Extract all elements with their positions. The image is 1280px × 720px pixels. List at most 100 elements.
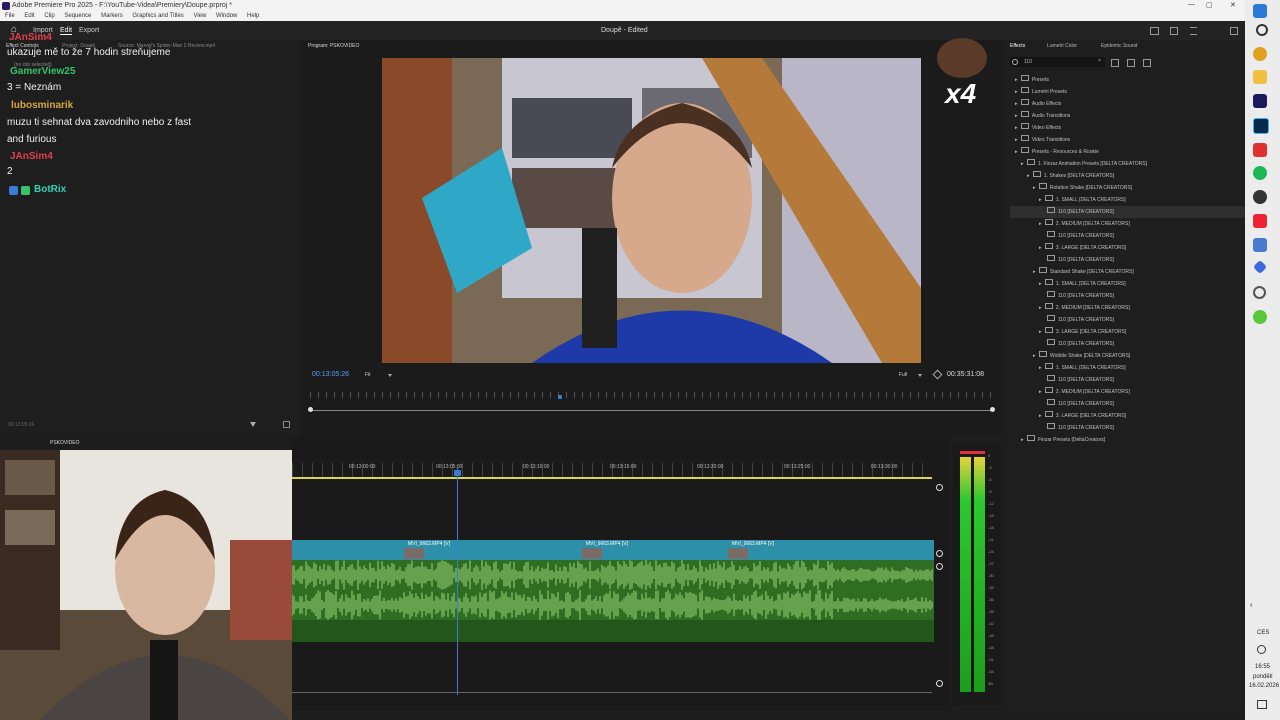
app-window-icon[interactable] xyxy=(1253,238,1267,252)
menu-view[interactable]: View xyxy=(193,13,206,19)
scroll-handle-right[interactable] xyxy=(990,407,995,412)
export-frame-icon[interactable] xyxy=(283,421,290,428)
tab-epidemic[interactable]: Epidemic Sound xyxy=(1101,43,1137,49)
menu-window[interactable]: Window xyxy=(216,13,237,19)
effects-tree-item[interactable]: 110 [DELTA CREATORS] xyxy=(1010,206,1273,218)
effects-tree-item[interactable]: ▸ 1. Finzar Animation Presets [DELTA CRE… xyxy=(1021,158,1147,170)
effects-tree-item[interactable]: ▸ 2. MEDIUM [DELTA CREATORS] xyxy=(1039,302,1130,314)
menu-icon[interactable] xyxy=(1190,27,1197,35)
chevron-icon[interactable]: ▸ xyxy=(1015,113,1019,119)
search-icon[interactable] xyxy=(1256,24,1268,36)
effects-tree-item[interactable]: 110 [DELTA CREATORS] xyxy=(1045,314,1114,326)
tab-lumetri[interactable]: Lumetri Color xyxy=(1047,43,1077,49)
tab-effects[interactable]: Effects xyxy=(1010,43,1025,49)
spotify-icon[interactable] xyxy=(1253,166,1267,180)
effects-tree-item[interactable]: ▸ 1. SMALL [DELTA CREATORS] xyxy=(1039,362,1126,374)
effects-tree-item[interactable]: 110 [DELTA CREATORS] xyxy=(1045,254,1114,266)
effects-tree-item[interactable]: ▸ Wobble Shake [DELTA CREATORS] xyxy=(1033,350,1130,362)
effects-tree-item[interactable]: 110 [DELTA CREATORS] xyxy=(1045,374,1114,386)
search-input[interactable]: 110 xyxy=(1024,59,1032,65)
tab-program[interactable]: Program: PSKOVIDEO xyxy=(308,43,359,49)
tray-chevron-icon[interactable]: ‹ xyxy=(1250,600,1253,609)
program-ruler[interactable] xyxy=(310,392,994,398)
yuv-filter-icon[interactable] xyxy=(1143,59,1151,67)
effects-tree-item[interactable]: ▸ Standard Shake [DELTA CREATORS] xyxy=(1033,266,1134,278)
app-tf-icon[interactable] xyxy=(1253,214,1267,228)
video-clip[interactable]: MVI_9663.MP4 [V] xyxy=(728,540,878,560)
share-icon[interactable] xyxy=(1170,27,1178,35)
track-scroll-handle[interactable] xyxy=(936,484,943,491)
effects-tree-item[interactable]: ▸ 1. SMALL [DELTA CREATORS] xyxy=(1039,278,1126,290)
chevron-icon[interactable]: ▸ xyxy=(1015,125,1019,131)
chevron-icon[interactable]: ▸ xyxy=(1039,221,1043,227)
effects-tree-item[interactable]: ▸ Presets xyxy=(1015,74,1049,86)
menu-file[interactable]: File xyxy=(5,13,15,19)
effects-tree-item[interactable]: 110 [DELTA CREATORS] xyxy=(1045,422,1114,434)
chevron-icon[interactable]: ▸ xyxy=(1039,329,1043,335)
chevron-icon[interactable]: ▸ xyxy=(1039,389,1043,395)
obs-icon[interactable] xyxy=(1253,190,1267,204)
menu-graphics[interactable]: Graphics and Titles xyxy=(132,13,183,19)
effects-tree-item[interactable]: ▸ Finzar Presets [DeltaCreators] xyxy=(1021,434,1105,446)
chevron-icon[interactable]: ▸ xyxy=(1039,281,1043,287)
scroll-handle-left[interactable] xyxy=(308,407,313,412)
effects-tree-item[interactable]: ▸ Video Transitions xyxy=(1015,134,1070,146)
timeline-ruler[interactable]: 00:13:00:00 00:13:05:00 00:13:10:00 00:13:1… xyxy=(292,463,932,477)
zoom-select[interactable]: Fit xyxy=(365,372,371,378)
track-scroll-handle[interactable] xyxy=(936,550,943,557)
quick-export-icon[interactable] xyxy=(1150,27,1159,35)
chevron-icon[interactable]: ▸ xyxy=(1021,161,1025,167)
effects-tree-item[interactable]: 110 [DELTA CREATORS] xyxy=(1045,230,1114,242)
effects-tree-item[interactable]: 110 [DELTA CREATORS] xyxy=(1045,290,1114,302)
chevron-down-icon[interactable] xyxy=(388,374,392,377)
effects-tree-item[interactable]: ▸ Video Effects xyxy=(1015,122,1061,134)
wrench-icon[interactable] xyxy=(932,369,943,380)
chrome-icon[interactable] xyxy=(1253,47,1267,61)
fullscreen-icon[interactable] xyxy=(1230,27,1238,35)
effects-tree-item[interactable]: ▸ 1. Shakes [DELTA CREATORS] xyxy=(1027,170,1114,182)
chevron-icon[interactable]: ▸ xyxy=(1015,89,1019,95)
effects-tree-item[interactable]: ▸ 3. LARGE [DELTA CREATORS] xyxy=(1039,242,1126,254)
track-scroll-handle[interactable] xyxy=(936,563,943,570)
chevron-icon[interactable]: ▸ xyxy=(1015,137,1019,143)
video-clip[interactable]: MVI_9663.MP4 [V] xyxy=(582,540,732,560)
tab-export[interactable]: Export xyxy=(79,27,99,34)
chevron-icon[interactable]: ▸ xyxy=(1015,101,1019,107)
language-indicator[interactable]: CES xyxy=(1257,630,1269,636)
filter-icon[interactable] xyxy=(250,422,256,427)
clock-time[interactable]: 16:55 xyxy=(1255,664,1270,670)
32bit-filter-icon[interactable] xyxy=(1127,59,1135,67)
work-area-bar[interactable] xyxy=(292,477,932,479)
minimize-button[interactable]: — xyxy=(1188,1,1195,8)
effects-tree-item[interactable]: ▸ 2. MEDIUM [DELTA CREATORS] xyxy=(1039,218,1130,230)
chevron-icon[interactable]: ▸ xyxy=(1033,185,1037,191)
chevron-icon[interactable]: ▸ xyxy=(1039,305,1043,311)
maximize-button[interactable]: ▢ xyxy=(1206,1,1213,9)
tab-edit[interactable]: Edit xyxy=(60,27,73,35)
effects-tree-item[interactable]: ▸ Rotation Shake [DELTA CREATORS] xyxy=(1033,182,1132,194)
zoom-scrollbar[interactable] xyxy=(310,410,994,411)
chevron-icon[interactable]: ▸ xyxy=(1039,197,1043,203)
clock-day[interactable]: pondělí xyxy=(1253,674,1273,680)
chevron-icon[interactable]: ▸ xyxy=(1039,245,1043,251)
effects-tree-item[interactable]: 110 [DELTA CREATORS] xyxy=(1045,338,1114,350)
timeline-playhead[interactable] xyxy=(457,467,458,695)
effects-tree-item[interactable]: ▸ Audio Effects xyxy=(1015,98,1061,110)
accelerated-filter-icon[interactable] xyxy=(1111,59,1119,67)
arrow-icon[interactable] xyxy=(1253,143,1267,157)
menu-sequence[interactable]: Sequence xyxy=(64,13,91,19)
chevron-down-icon[interactable] xyxy=(918,374,922,377)
effects-tree-item[interactable]: ▸ Presets - Resources & Rookie xyxy=(1015,146,1099,158)
effects-tree-item[interactable]: ▸ 3. LARGE [DELTA CREATORS] xyxy=(1039,326,1126,338)
effects-tree-item[interactable]: ▸ Lumetri Presets xyxy=(1015,86,1067,98)
premiere-icon[interactable] xyxy=(1253,94,1267,108)
explorer-icon[interactable] xyxy=(1253,70,1267,84)
effects-tree-item[interactable]: 110 [DELTA CREATORS] xyxy=(1045,398,1114,410)
chevron-icon[interactable]: ▸ xyxy=(1039,365,1043,371)
track-scroll-handle[interactable] xyxy=(936,680,943,687)
menu-markers[interactable]: Markers xyxy=(101,13,123,19)
quality-select[interactable]: Full xyxy=(899,372,907,378)
photoshop-icon[interactable] xyxy=(1253,118,1269,134)
close-button[interactable]: ✕ xyxy=(1230,1,1236,9)
menu-help[interactable]: Help xyxy=(247,13,259,19)
